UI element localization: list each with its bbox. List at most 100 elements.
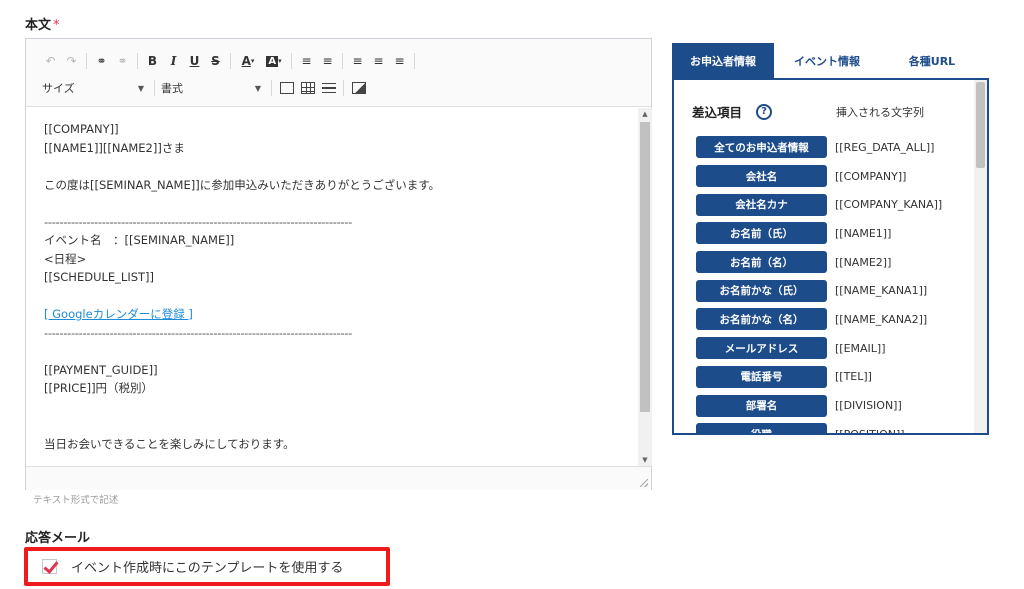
insert-field-button[interactable]: 全てのお申込者情報 (696, 136, 827, 159)
merge-field-row: お名前（氏） [[NAME1]] (696, 219, 942, 248)
inserted-string-header: 挿入される文字列 (836, 105, 924, 119)
insert-field-button[interactable]: 役職 (696, 423, 827, 433)
editor-scrollbar[interactable]: ▲ ▼ (638, 108, 652, 466)
table-icon-shape (300, 82, 315, 94)
merge-field-list: 全てのお申込者情報 [[REG_DATA_ALL]] 会社名 [[COMPANY]] 会… (696, 133, 943, 433)
merge-tag: [[COMPANY]] (835, 169, 907, 183)
template-icon[interactable] (276, 77, 297, 99)
insert-field-button[interactable]: 会社名カナ (696, 193, 827, 216)
panel-scrollbar-thumb[interactable] (976, 82, 985, 168)
merge-tag: [[TEL]] (835, 370, 872, 384)
resize-handle-icon[interactable] (640, 479, 648, 487)
editor-line: ----------------------------------------… (44, 325, 352, 340)
align-left-icon[interactable]: ≡ (347, 50, 368, 72)
scroll-up-icon[interactable]: ▲ (638, 110, 652, 118)
panel-scrollbar[interactable] (974, 80, 987, 433)
template-icon-shape (279, 82, 294, 94)
tab-urls[interactable]: 各種URL (880, 43, 984, 78)
reply-mail-label: 応答メール (25, 531, 91, 546)
numbered-list-icon[interactable]: ≡ (296, 50, 317, 72)
editor-line: 当日お会いできることを楽しみにしております。 (44, 436, 295, 451)
editor-line: この度は[[SEMINAR_NAME]]に参加申込みいただきありがとうございます… (44, 177, 441, 192)
unlink-icon[interactable]: ⚭ (112, 50, 133, 72)
insert-field-button[interactable]: お名前かな（名） (696, 308, 827, 331)
rich-text-editor[interactable]: ↶ ↷ ⚭ ⚭ B I U S A▾ A▾ ≡ ≡ ≡ ≡ ≡ サイズ ▼ (25, 38, 652, 490)
align-center-icon[interactable]: ≡ (368, 50, 389, 72)
merge-field-row: 会社名 [[COMPANY]] (696, 162, 942, 191)
use-template-option[interactable]: イベント作成時にこのテンプレートを使用する (24, 547, 390, 586)
scrollbar-thumb[interactable] (640, 122, 650, 412)
editor-line: [[NAME1]][[NAME2]]さま (44, 140, 185, 155)
insert-field-button[interactable]: 電話番号 (696, 365, 827, 388)
underline-icon[interactable]: U (184, 50, 205, 72)
size-select[interactable]: サイズ ▼ (40, 77, 150, 99)
editor-toolbar: ↶ ↷ ⚭ ⚭ B I U S A▾ A▾ ≡ ≡ ≡ ≡ ≡ サイズ ▼ (26, 39, 651, 107)
use-template-label: イベント作成時にこのテンプレートを使用する (71, 561, 344, 576)
toolbar-divider (291, 53, 292, 69)
toolbar-divider (271, 80, 272, 96)
editor-content[interactable]: [[COMPANY]] [[NAME1]][[NAME2]]さまこの度は[[SEM… (26, 108, 638, 466)
image-icon-shape (351, 82, 366, 94)
merge-field-panel: 差込項目 ? 挿入される文字列 全てのお申込者情報 [[REG_DATA_ALL]… (672, 78, 989, 435)
size-select-label: サイズ (42, 82, 75, 95)
insert-field-button[interactable]: 部署名 (696, 394, 827, 417)
toolbar-divider (154, 80, 155, 96)
strikethrough-icon[interactable]: S (205, 50, 226, 72)
help-icon[interactable]: ? (756, 103, 773, 120)
toolbar-row-2: サイズ ▼ 書式 ▼ (40, 77, 369, 99)
merge-tag: [[NAME_KANA1]] (835, 284, 928, 298)
insert-tabs: お申込者情報 イベント情報 各種URL (672, 43, 984, 78)
merge-tag: [[REG_DATA_ALL]] (835, 140, 935, 154)
editor-line: [[COMPANY]] (44, 122, 119, 136)
bg-color-icon[interactable]: A ▾ (261, 50, 287, 72)
redo-icon[interactable]: ↷ (61, 50, 82, 72)
horizontal-rule-icon[interactable] (318, 77, 339, 99)
tab-event-info[interactable]: イベント情報 (774, 43, 880, 78)
toolbar-divider (137, 53, 138, 69)
insert-field-button[interactable]: 会社名 (696, 165, 827, 188)
link-icon[interactable]: ⚭ (91, 50, 112, 72)
image-icon[interactable] (348, 77, 369, 99)
table-icon[interactable] (297, 77, 318, 99)
merge-field-row: 電話番号 [[TEL]] (696, 363, 942, 392)
merge-field-row: お名前かな（名） [[NAME_KANA2]] (696, 305, 942, 334)
merge-field-row: お名前（名） [[NAME2]] (696, 248, 942, 277)
body-label: 本文 * (25, 14, 60, 33)
insert-field-button[interactable]: お名前かな（氏） (696, 279, 827, 302)
text-color-icon[interactable]: A ▾ (235, 50, 261, 72)
toolbar-divider (414, 53, 415, 69)
merge-field-row: メールアドレス [[EMAIL]] (696, 334, 942, 363)
use-template-checkbox[interactable] (42, 559, 57, 574)
tab-applicant-info[interactable]: お申込者情報 (672, 43, 774, 78)
format-select[interactable]: 書式 ▼ (159, 77, 267, 99)
toolbar-divider (86, 53, 87, 69)
insert-field-button[interactable]: お名前（名） (696, 251, 827, 274)
undo-icon[interactable]: ↶ (40, 50, 61, 72)
editor-hint: テキスト形式で記述 (33, 495, 119, 506)
merge-field-row: 役職 [[POSITION]] (696, 420, 942, 433)
scroll-down-icon[interactable]: ▼ (638, 456, 652, 464)
toolbar-row-1: ↶ ↷ ⚭ ⚭ B I U S A ▾ A ▾ ≡ ≡ ≡ ≡ ≡ (40, 50, 419, 72)
format-select-label: 書式 (161, 82, 183, 95)
editor-line: ----------------------------------------… (44, 214, 352, 229)
merge-tag: [[EMAIL]] (835, 341, 886, 355)
insert-field-button[interactable]: お名前（氏） (696, 222, 827, 245)
insert-field-button[interactable]: メールアドレス (696, 337, 827, 360)
bulleted-list-icon[interactable]: ≡ (317, 50, 338, 72)
merge-tag: [[COMPANY_KANA]] (835, 198, 943, 212)
italic-icon[interactable]: I (163, 50, 184, 72)
editor-line: [[SCHEDULE_LIST]] (44, 270, 155, 284)
align-right-icon[interactable]: ≡ (389, 50, 410, 72)
bold-icon[interactable]: B (142, 50, 163, 72)
horizontal-rule-icon-shape (321, 82, 336, 94)
google-calendar-link[interactable]: [ Googleカレンダーに登録 ] (44, 307, 193, 321)
toolbar-divider (343, 80, 344, 96)
editor-status-bar (26, 466, 651, 490)
editor-line: <日程> (44, 251, 87, 266)
